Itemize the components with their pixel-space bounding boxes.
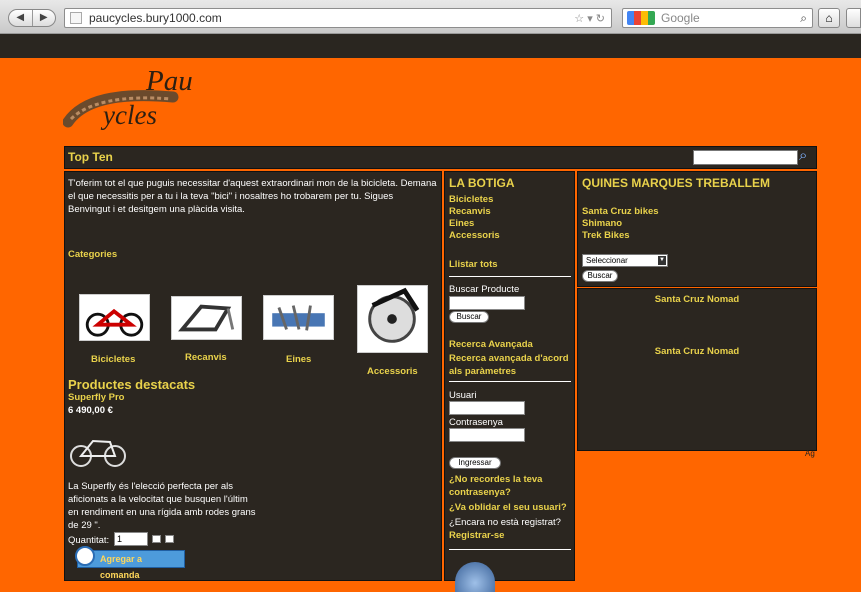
frame-icon[interactable]	[171, 296, 242, 340]
username-input[interactable]	[449, 401, 525, 415]
chevron-down-icon: ▼	[658, 256, 666, 265]
back-forward-buttons[interactable]: ◀ ▶	[8, 9, 56, 27]
browser-toolbar: ◀ ▶ paucycles.bury1000.com ☆ ▾ ↻ Google ⌕…	[0, 0, 861, 34]
shop-link-recanvis[interactable]: Recanvis	[449, 206, 491, 217]
page-icon	[70, 12, 82, 24]
divider	[449, 549, 571, 550]
password-input[interactable]	[449, 428, 525, 442]
search-icon[interactable]: ⌕	[799, 147, 817, 165]
divider	[449, 276, 571, 277]
advanced-search-link[interactable]: Recerca Avançada	[449, 339, 533, 350]
product-image[interactable]	[68, 424, 128, 472]
not-registered-text: ¿Encara no està registrat?	[449, 517, 561, 528]
shop-link-accessoris[interactable]: Accessoris	[449, 230, 500, 241]
logo-pau-text: Pau	[145, 65, 193, 97]
product-search-input[interactable]	[449, 296, 525, 310]
welcome-text: T'oferim tot el que puguis necessitar d'…	[68, 178, 437, 215]
toolbar-button[interactable]	[846, 8, 861, 28]
browser-search-box[interactable]: Google ⌕	[622, 8, 813, 28]
top-bar: Top Ten ⌕	[64, 146, 817, 169]
register-link[interactable]: Registrar-se	[449, 529, 573, 542]
user-label: Usuari	[449, 390, 477, 401]
bottom-logo	[455, 562, 495, 592]
brand-select[interactable]: Seleccionar ▼	[582, 254, 668, 267]
featured-product-description: La Superfly és l'elecció perfecta per al…	[68, 481, 256, 531]
quantity-up-button[interactable]	[152, 535, 161, 543]
brand-select-value: Seleccionar	[586, 256, 628, 265]
list-all-link[interactable]: Llistar tots	[449, 259, 498, 270]
home-button[interactable]: ⌂	[818, 8, 840, 28]
category-label[interactable]: Eines	[286, 354, 311, 365]
brand-link-trek[interactable]: Trek Bikes	[582, 230, 630, 241]
shop-link-eines[interactable]: Eines	[449, 218, 474, 229]
quantity-label: Quantitat:	[68, 535, 110, 546]
ag-text: Ag	[805, 449, 815, 458]
google-icon	[627, 11, 655, 25]
product-link-nomad-2[interactable]: Santa Cruz Nomad	[578, 346, 816, 357]
cart-icon	[75, 546, 95, 566]
search-product-label: Buscar Producte	[449, 284, 520, 295]
url-text: paucycles.bury1000.com	[89, 11, 222, 25]
brand-link-shimano[interactable]: Shimano	[582, 218, 622, 229]
advanced-params-link[interactable]: Recerca avançada d'acord als paràmetres	[449, 352, 573, 378]
logo-cycles-text: ycles	[100, 100, 157, 130]
brand-link-santa-cruz[interactable]: Santa Cruz bikes	[582, 206, 659, 217]
site-logo[interactable]: Pau ycles	[62, 62, 223, 140]
divider	[449, 381, 571, 382]
saw-icon[interactable]	[357, 285, 428, 353]
address-bar[interactable]: paucycles.bury1000.com ☆ ▾ ↻	[64, 8, 612, 28]
category-label[interactable]: Bicicletes	[91, 354, 135, 365]
product-link-nomad[interactable]: Santa Cruz Nomad	[578, 294, 816, 305]
forgot-password-link[interactable]: ¿No recordes la teva contrasenya?	[449, 473, 573, 499]
shop-title: LA BOTIGA	[449, 176, 515, 190]
featured-products-title: Productes destacats	[68, 377, 196, 392]
search-icon[interactable]: ⌕	[800, 9, 807, 27]
quantity-down-button[interactable]	[165, 535, 174, 543]
featured-product-name[interactable]: Superfly Pro	[68, 392, 125, 403]
top-ten-title: Top Ten	[68, 150, 113, 164]
forgot-user-link[interactable]: ¿Va oblidar el seu usuari?	[449, 501, 573, 514]
brands-panel: QUINES MARQUES TREBALLEM Santa Cruz bike…	[577, 171, 817, 287]
featured-brand-panel: Santa Cruz Nomad Santa Cruz Nomad	[577, 288, 817, 451]
login-button[interactable]: Ingressar	[449, 457, 501, 469]
quantity-input[interactable]	[114, 532, 148, 546]
forward-arrow-icon[interactable]: ▶	[33, 10, 56, 26]
brands-title: QUINES MARQUES TREBALLEM	[582, 176, 771, 190]
category-label[interactable]: Recanvis	[185, 352, 227, 363]
shop-link-bicicletes[interactable]: Bicicletes	[449, 194, 493, 205]
bookmark-star-icon[interactable]: ☆ ▾ ↻	[574, 10, 605, 28]
bicycle-icon[interactable]	[79, 294, 150, 341]
featured-product-price: 6 490,00 €	[68, 405, 113, 416]
tools-icon[interactable]	[263, 295, 334, 340]
main-content: T'oferim tot el que puguis necessitar d'…	[64, 171, 442, 581]
categories-title: Categories	[68, 249, 118, 260]
site-search-input[interactable]	[693, 150, 798, 165]
category-label[interactable]: Accessoris	[367, 366, 418, 377]
shop-sidebar: LA BOTIGA Bicicletes Recanvis Eines Acce…	[444, 171, 575, 592]
top-strip	[0, 34, 861, 58]
back-arrow-icon[interactable]: ◀	[9, 10, 33, 26]
search-button[interactable]: Buscar	[449, 311, 489, 323]
brand-search-button[interactable]: Buscar	[582, 270, 618, 282]
search-placeholder: Google	[661, 11, 700, 25]
password-label: Contrasenya	[449, 417, 503, 428]
